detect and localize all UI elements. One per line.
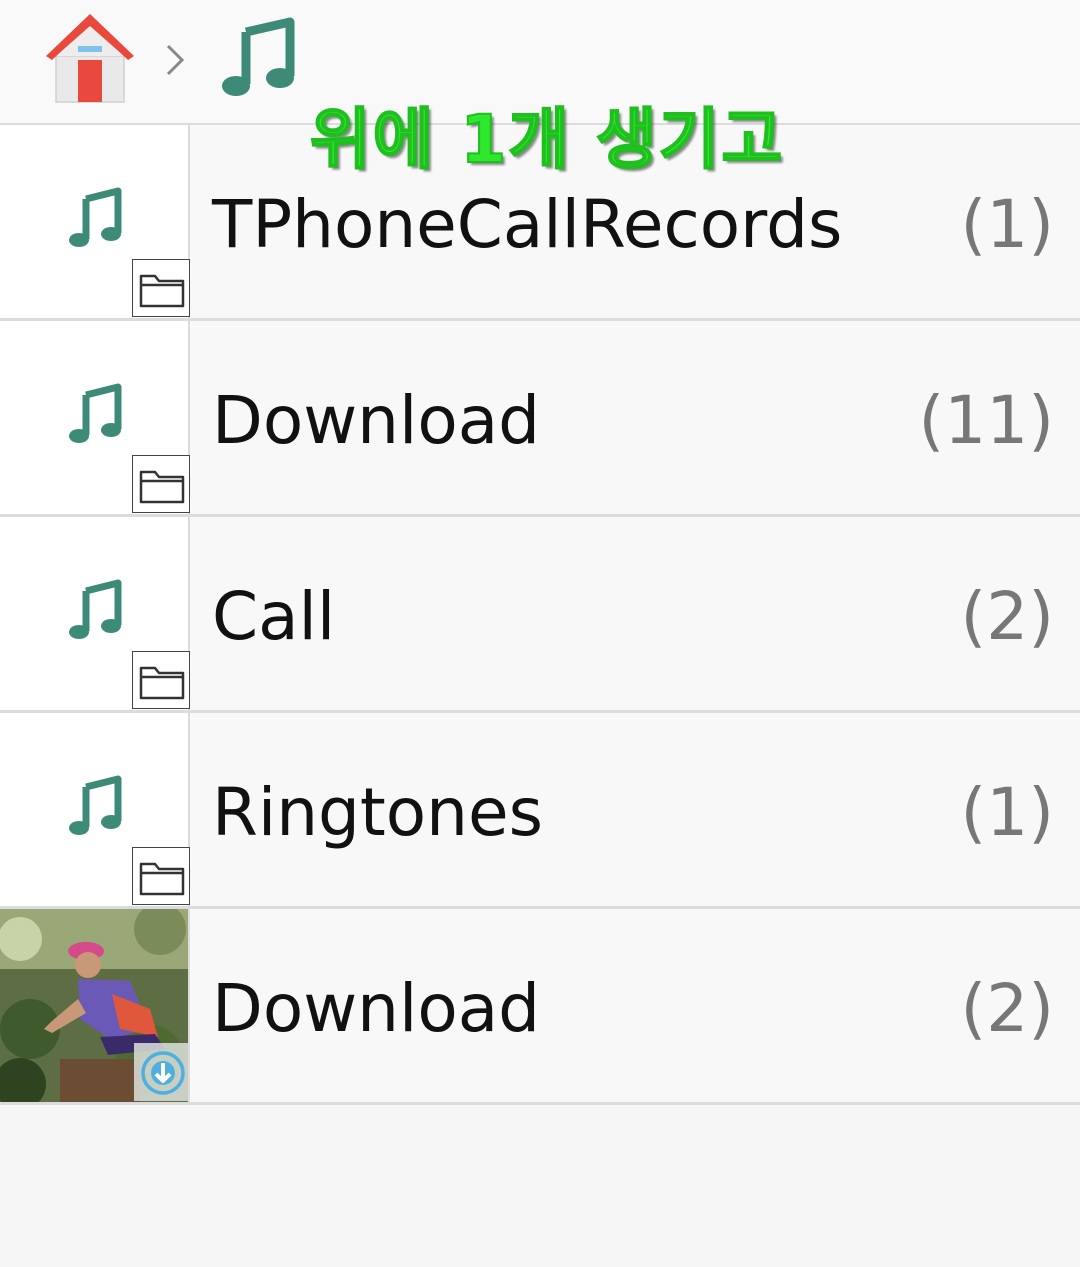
list-item[interactable]: Call (2) — [0, 517, 1080, 713]
folder-name: TPhoneCallRecords — [212, 186, 843, 263]
download-badge — [134, 1043, 188, 1101]
list-item[interactable]: Ringtones (1) — [0, 713, 1080, 909]
home-icon[interactable] — [42, 10, 138, 104]
annotation-overlay-text: 위에 1개 생기고 — [309, 100, 785, 179]
folder-thumbnail — [0, 125, 190, 318]
list-item[interactable]: Download (11) — [0, 321, 1080, 517]
item-count: (1) — [960, 186, 1055, 263]
item-count: (2) — [960, 970, 1055, 1047]
folder-icon — [139, 274, 185, 308]
folder-name: Download — [212, 382, 541, 459]
music-note-icon — [69, 187, 122, 247]
folder-name: Call — [212, 578, 336, 655]
folder-thumbnail — [0, 321, 190, 514]
download-icon — [141, 1051, 185, 1095]
folder-name: Download — [212, 970, 541, 1047]
item-count: (2) — [960, 578, 1055, 655]
folder-icon — [139, 470, 185, 504]
folder-list: TPhoneCallRecords (1) Download (11) Call… — [0, 123, 1080, 1105]
chevron-right-icon — [166, 44, 185, 76]
folder-thumbnail — [0, 517, 190, 710]
music-note-icon — [69, 775, 122, 835]
folder-badge — [132, 259, 190, 317]
folder-icon — [139, 666, 185, 700]
item-count: (1) — [960, 774, 1055, 851]
item-count: (11) — [918, 382, 1054, 459]
folder-icon — [139, 862, 185, 896]
folder-badge — [132, 847, 190, 905]
folder-name: Ringtones — [212, 774, 543, 851]
photo-thumbnail — [0, 909, 190, 1102]
folder-badge — [132, 455, 190, 513]
folder-badge — [132, 651, 190, 709]
music-note-icon[interactable] — [220, 16, 300, 100]
folder-thumbnail — [0, 713, 190, 906]
list-item[interactable]: Download (2) — [0, 909, 1080, 1105]
music-note-icon — [69, 383, 122, 443]
music-note-icon — [69, 579, 122, 639]
